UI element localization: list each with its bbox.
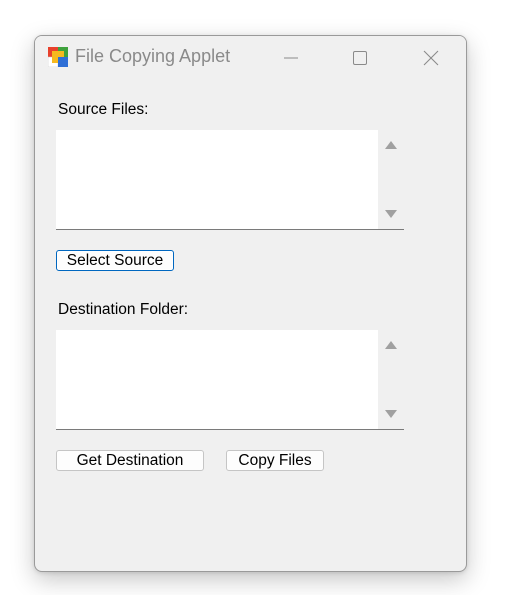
destination-scrollbar[interactable] [378, 330, 404, 429]
destination-folder-textbox[interactable] [56, 330, 404, 430]
app-window: File Copying Applet Source Files: Select… [34, 35, 467, 572]
scroll-down-arrow-icon[interactable] [378, 204, 404, 224]
minimize-icon [283, 50, 299, 66]
destination-folder-label: Destination Folder: [58, 301, 189, 318]
source-scrollbar[interactable] [378, 130, 404, 229]
scroll-up-arrow-icon[interactable] [378, 335, 404, 355]
source-files-label: Source Files: [58, 101, 149, 118]
title-bar[interactable]: File Copying Applet [35, 36, 466, 79]
close-icon [423, 50, 439, 66]
app-window-icon [47, 47, 68, 68]
get-destination-button[interactable]: Get Destination [56, 450, 204, 471]
source-files-textbox[interactable] [56, 130, 404, 230]
copy-files-button[interactable]: Copy Files [226, 450, 324, 471]
minimize-button[interactable] [256, 36, 326, 79]
select-source-button[interactable]: Select Source [56, 250, 174, 271]
maximize-icon [352, 50, 368, 66]
maximize-button[interactable] [325, 36, 395, 79]
scroll-up-arrow-icon[interactable] [378, 135, 404, 155]
scroll-down-arrow-icon[interactable] [378, 404, 404, 424]
close-button[interactable] [396, 36, 466, 79]
window-title: File Copying Applet [75, 46, 231, 66]
